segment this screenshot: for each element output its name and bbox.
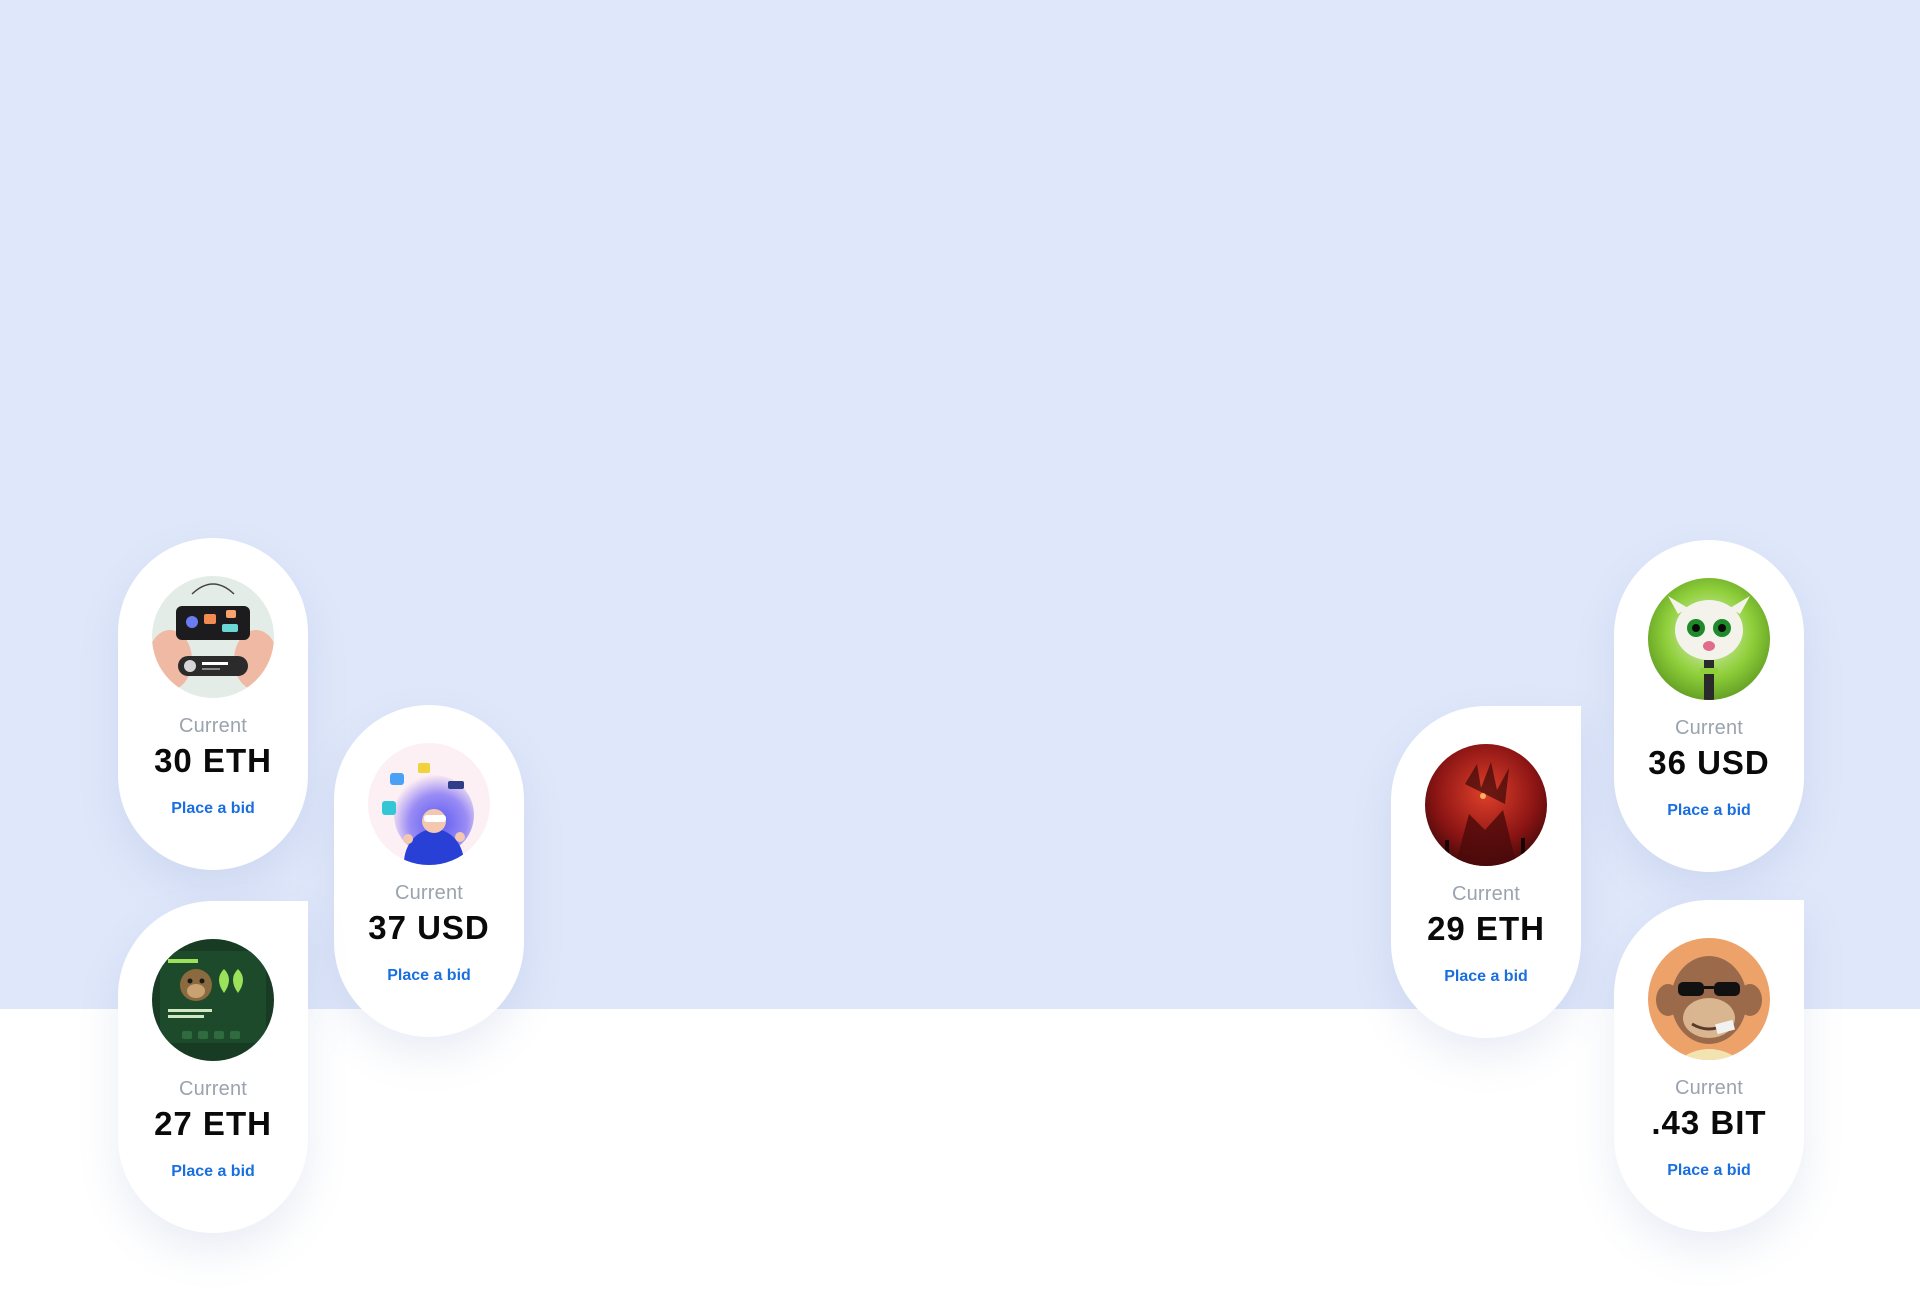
place-bid-link[interactable]: Place a bid [171,1163,255,1181]
nft-bid-card: Current 36 USD Place a bid [1614,540,1804,872]
red-demon-art [1425,744,1547,866]
current-price: 30 ETH [154,742,272,779]
green-creature-art [1648,578,1770,700]
place-bid-link[interactable]: Place a bid [387,967,471,985]
current-label: Current [394,882,464,904]
place-bid-link[interactable]: Place a bid [171,800,255,818]
phone-app-art [152,576,274,698]
nft-bid-card: Current 29 ETH Place a bid [1391,706,1581,1038]
current-price: 27 ETH [154,1105,272,1142]
hero-background [0,0,1920,1009]
nft-bid-card: Current 30 ETH Place a bid [118,538,308,870]
current-label: Current [178,715,248,737]
place-bid-link[interactable]: Place a bid [1667,1162,1751,1180]
nft-bid-card: Current .43 BIT Place a bid [1614,900,1804,1232]
place-bid-link[interactable]: Place a bid [1444,968,1528,986]
ape-dashboard-art [152,939,274,1061]
current-label: Current [1674,717,1744,739]
current-price: 29 ETH [1427,910,1545,947]
current-label: Current [1674,1077,1744,1099]
nft-bid-card: Current 27 ETH Place a bid [118,901,308,1233]
current-price: 37 USD [368,909,490,946]
current-price: 36 USD [1648,744,1770,781]
vr-person-art [368,743,490,865]
current-label: Current [178,1078,248,1100]
current-label: Current [1451,883,1521,905]
place-bid-link[interactable]: Place a bid [1667,802,1751,820]
current-price: .43 BIT [1651,1104,1767,1141]
nft-bid-card: Current 37 USD Place a bid [334,705,524,1037]
bored-ape-art [1648,938,1770,1060]
